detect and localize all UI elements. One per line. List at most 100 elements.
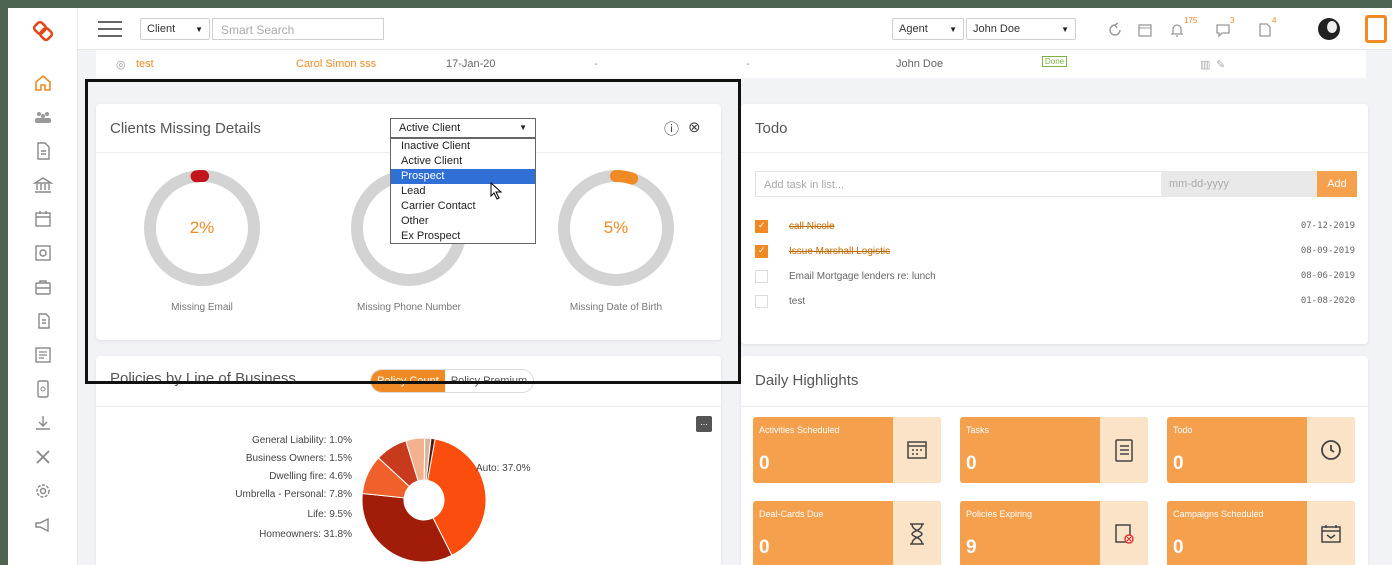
calendar-icon[interactable] [32,208,54,230]
client-select-label: Client [147,23,176,35]
bank-icon[interactable] [32,174,54,196]
tile-name: Policies Expiring [966,509,1033,519]
checkbox[interactable] [755,295,768,308]
clipboard-icon [1100,417,1148,483]
highlight-tile[interactable]: Activities Scheduled 0 [753,417,941,483]
mail-calendar-icon [1307,501,1355,565]
document-icon[interactable] [32,140,54,162]
daily-highlights-card: Daily Highlights Activities Scheduled 0 … [741,356,1368,565]
highlight-tile[interactable]: Deal-Cards Due 0 [753,501,941,565]
add-todo-button[interactable]: Add [1317,171,1357,197]
tile-name: Activities Scheduled [759,425,840,435]
refresh-icon[interactable] [1106,21,1124,39]
menu-toggle-icon[interactable] [98,21,122,37]
people-icon[interactable] [32,106,54,128]
chevron-down-icon: ▼ [195,24,203,34]
report-icon[interactable] [32,242,54,264]
user-select[interactable]: John Doe ▼ [966,18,1076,40]
eye-icon[interactable]: ◎ [116,58,126,71]
todo-card: Todo Add task in list... mm-dd-yyyy Add … [741,104,1368,344]
todo-text: Issue Marshall Logistic [789,246,891,257]
tile-value: 0 [1173,537,1184,558]
todo-text: call Nicole [789,221,835,232]
highlight-rectangle [85,79,741,384]
row-owner: John Doe [896,58,944,70]
todo-item[interactable]: Email Mortgage lenders re: lunch 08-06-20… [755,268,1355,288]
avatar[interactable] [1318,18,1340,40]
files-icon[interactable] [32,310,54,332]
tile-value: 9 [966,537,977,558]
todo-input[interactable]: Add task in list... [755,171,1163,197]
row-dash: - [746,58,750,70]
agent-select-label: Agent [899,23,928,35]
highlight-tile[interactable]: Tasks 0 [960,417,1148,483]
todo-item[interactable]: call Nicole 07-12-2019 [755,218,1355,238]
notification-count: 175 [1184,16,1198,25]
calendar-icon[interactable] [1136,21,1154,39]
pie-label: Auto: 37.0% [476,463,531,474]
pie-label: General Liability: 1.0% [251,435,352,446]
logo-icon[interactable] [30,18,56,44]
briefcase-icon[interactable] [32,276,54,298]
todo-date: 08-09-2019 [1300,246,1355,256]
card-title: Daily Highlights [755,372,859,389]
document-count: 4 [1272,16,1277,25]
tile-value: 0 [966,453,977,474]
row-name[interactable]: test [136,58,154,70]
mobile-icon[interactable] [32,378,54,400]
tools-icon[interactable] [32,446,54,468]
highlight-tile[interactable]: Campaigns Scheduled 0 [1167,501,1355,565]
sidebar [8,8,78,565]
todo-text: Email Mortgage lenders re: lunch [789,271,936,282]
todo-item[interactable]: Issue Marshall Logistic 08-09-2019 [755,243,1355,263]
message-count: 3 [1230,16,1235,25]
status-badge: Done [1042,56,1068,67]
megaphone-icon[interactable] [32,514,54,536]
pie-label: Dwelling fire: 4.6% [269,471,352,482]
agent-select[interactable]: Agent ▼ [892,18,964,40]
todo-text: test [789,296,806,307]
pie-label: Life: 9.5% [307,509,352,520]
edit-icon[interactable]: ✎ [1216,58,1225,71]
home-icon[interactable] [32,72,54,94]
checkbox[interactable] [755,245,768,258]
download-icon[interactable] [32,412,54,434]
tile-name: Campaigns Scheduled [1173,509,1264,519]
tile-value: 0 [1173,453,1184,474]
divider [741,406,1368,407]
checkbox[interactable] [755,220,768,233]
chevron-down-icon: ▼ [1061,24,1069,34]
todo-item[interactable]: test 01-08-2020 [755,293,1355,313]
card-title: Todo [755,120,788,137]
pie-slice-homeowners[interactable] [361,492,453,563]
search-input[interactable]: Smart Search [212,18,384,40]
pie-label: Homeowners: 31.8% [259,529,352,540]
todo-date-input[interactable]: mm-dd-yyyy [1161,171,1319,197]
client-select[interactable]: Client ▼ [140,18,210,40]
tile-name: Tasks [966,425,990,435]
tile-value: 0 [759,453,770,474]
app-frame: Client ▼ Smart Search Agent ▼ John Doe ▼ 17… [8,8,1392,565]
checkbox[interactable] [755,270,768,283]
user-select-label: John Doe [973,23,1021,35]
highlight-tile[interactable]: Todo 0 [1167,417,1355,483]
highlight-tile[interactable]: Policies Expiring 9 [960,501,1148,565]
pie-chart [361,437,487,563]
chart-menu-icon[interactable]: ... [696,416,712,432]
table-row[interactable]: ◎ test Carol Simon sss 17-Jan-20 - - Joh… [96,50,1366,78]
news-icon[interactable] [32,344,54,366]
row-contact[interactable]: Carol Simon sss [296,58,376,70]
trash-icon[interactable]: ▥ [1200,58,1210,71]
tile-name: Deal-Cards Due [759,509,824,519]
tile-value: 0 [759,537,770,558]
settings-icon[interactable] [32,480,54,502]
clock-icon [1307,417,1355,483]
todo-date: 07-12-2019 [1300,221,1355,231]
row-date: 17-Jan-20 [446,58,496,70]
tile-name: Todo [1173,425,1193,435]
todo-date: 01-08-2020 [1300,296,1355,306]
brand-icon[interactable] [1365,15,1387,43]
divider [741,152,1368,153]
row-dash: - [594,58,598,70]
document-x-icon [1100,501,1148,565]
